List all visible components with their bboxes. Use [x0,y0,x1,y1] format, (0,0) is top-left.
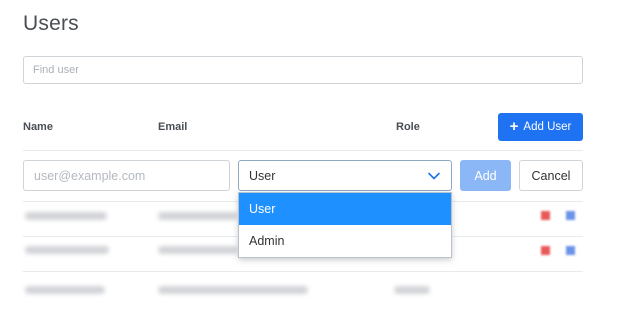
search-input[interactable] [23,56,583,84]
cancel-button[interactable]: Cancel [519,160,583,191]
column-header-name: Name [23,121,53,133]
email-field[interactable] [23,160,230,191]
redacted-email [158,286,308,294]
redacted-name [25,246,109,254]
delete-icon[interactable] [541,246,550,255]
redacted-name [25,212,107,220]
redacted-name [25,286,105,294]
edit-icon[interactable] [566,246,575,255]
edit-icon[interactable] [566,211,575,220]
role-select[interactable]: User [238,160,452,191]
redacted-role [394,286,430,294]
column-header-email: Email [158,121,188,133]
chevron-down-icon [427,169,441,183]
add-button[interactable]: Add [460,160,511,191]
add-user-label: Add User [523,121,572,133]
role-option-user[interactable]: User [239,193,451,225]
role-option-admin[interactable]: Admin [239,225,451,257]
plus-icon: + [509,118,519,135]
role-select-value: User [249,168,276,183]
redacted-email [158,212,238,220]
column-header-role: Role [396,121,420,133]
divider [23,150,583,151]
delete-icon[interactable] [541,211,550,220]
divider [23,271,583,272]
role-dropdown[interactable]: User Admin [238,192,452,258]
page-title: Users [23,12,79,35]
add-user-button[interactable]: + Add User [498,113,583,141]
redacted-email [158,246,238,254]
